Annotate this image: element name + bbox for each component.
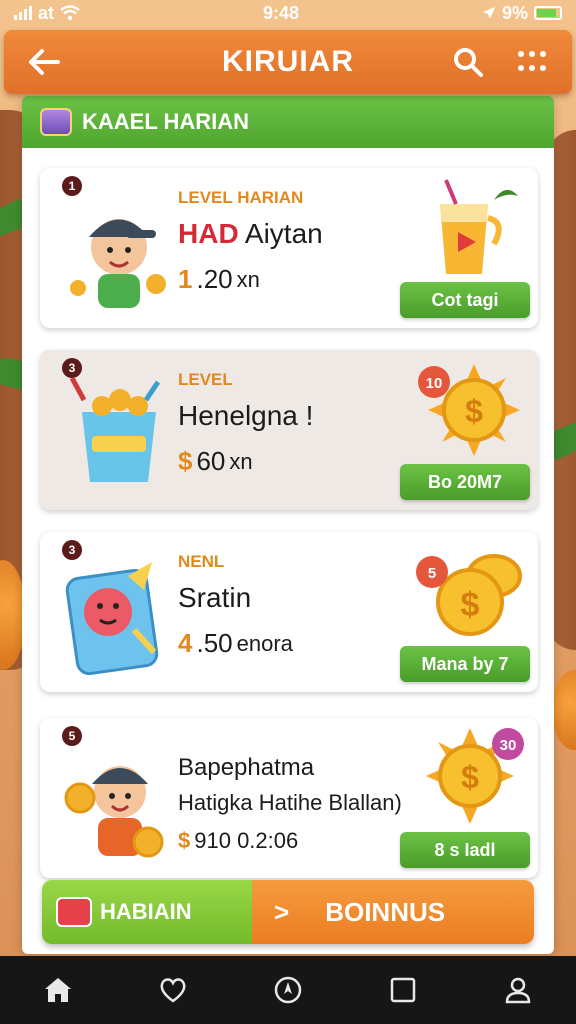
sun-coin-icon: $ 30 (426, 728, 524, 824)
svg-text:$: $ (461, 759, 479, 795)
quest-name: HAD Aiytan (178, 218, 323, 250)
boy-character-icon (70, 219, 166, 308)
nav-explore[interactable] (266, 968, 310, 1012)
reward-value: 60 (196, 446, 226, 476)
chevron-right-icon: > (274, 896, 290, 927)
reward-unit: xn (229, 449, 253, 474)
quest-level-label: NENL (178, 552, 225, 571)
profile-icon (506, 977, 531, 1004)
quest-card[interactable]: 5 Bapephatma Hatigka Hatihe Blallan) $ 9… (40, 718, 538, 878)
quest-reward: $ 60 xn (178, 446, 253, 477)
juice-drink-icon (440, 179, 518, 274)
quest-reward: $ 910 0.2:06 (178, 828, 298, 854)
prize-tag-text: 30 (500, 737, 517, 754)
back-arrow-icon (29, 49, 60, 75)
section-header: KAAEL HARIAN (22, 96, 554, 148)
quest-subtitle: Hatigka Hatihe Blallan) (178, 790, 402, 815)
nav-profile[interactable] (496, 968, 540, 1012)
boy-with-coins-icon (64, 766, 164, 858)
grid-dots-icon (518, 51, 546, 71)
bonus-button[interactable]: > BOINNUS (252, 880, 534, 944)
battery-percent: 9% (501, 2, 528, 23)
treasure-bucket-icon (69, 376, 161, 482)
quest-name: Sratin (178, 582, 252, 613)
quest-name-highlight: HAD (178, 218, 239, 249)
quest-level-label: LEVEL (178, 370, 233, 389)
reward-unit: enora (236, 631, 293, 656)
carrier-label: at (38, 2, 55, 23)
more-menu-button[interactable] (510, 40, 554, 84)
square-icon (390, 977, 416, 1003)
reward-value: .50 (196, 628, 233, 658)
app-bar: KIRUIAR (4, 30, 572, 94)
nav-home[interactable] (36, 968, 80, 1012)
quest-reward: 4.50 enora (178, 628, 293, 659)
search-icon (454, 48, 483, 77)
quest-name: Bapephatma (178, 754, 315, 781)
svg-text:$: $ (461, 586, 480, 624)
bottom-navigation (0, 956, 576, 1024)
battery-icon (534, 6, 562, 20)
quest-level-label: LEVEL HARIAN (178, 188, 304, 207)
reward-unit: xn (236, 267, 260, 292)
quest-action-button[interactable]: 8 s Iadl (400, 832, 530, 868)
quest-name-text: Aiytan (238, 218, 323, 249)
status-bar: at 9:48 9% (0, 0, 576, 26)
wifi-icon (60, 5, 80, 21)
reward-symbol: $ (178, 446, 193, 476)
daily-quests-panel: KAAEL HARIAN 1 LEVEL HARIAN HAD Aiytan 1… (22, 96, 554, 954)
quest-reward: 1.20 xn (178, 264, 260, 295)
quest-action-button[interactable]: Bo 20M7 (400, 464, 530, 500)
svg-text:$: $ (465, 393, 483, 429)
prize-tag-text: 5 (428, 565, 436, 582)
compass-icon (274, 976, 302, 1004)
back-button[interactable] (22, 40, 66, 84)
coin-stack-icon: $ 5 (416, 554, 522, 636)
quest-name: Henelgna ! (178, 400, 314, 431)
reward-symbol: 4 (178, 628, 193, 658)
quest-action-button[interactable]: Mana by 7 (400, 646, 530, 682)
heart-icon (160, 978, 186, 1003)
quest-card[interactable]: 3 NENL Sratin 4.50 enora $ 5 Mana by 7 (40, 532, 538, 692)
orange-fruit-decoration (552, 670, 576, 750)
quest-action-button[interactable]: Cot tagi (400, 282, 530, 318)
reward-symbol: $ (178, 828, 191, 853)
habiain-button[interactable]: HABIAIN (42, 880, 252, 944)
sun-coin-icon: $ 10 (418, 364, 520, 456)
location-arrow-icon (482, 7, 495, 19)
bonus-label: BOINNUS (325, 896, 446, 927)
section-title: KAAEL HARIAN (82, 109, 250, 134)
signal-icon (14, 6, 32, 20)
home-icon (44, 978, 71, 1002)
search-button[interactable] (446, 40, 490, 84)
nav-tasks[interactable] (381, 968, 425, 1012)
treasure-chest-icon (40, 108, 72, 136)
reward-value: 910 0.2:06 (194, 828, 299, 853)
prize-tag-text: 10 (426, 375, 443, 392)
bonus-banner: HABIAIN > BOINNUS (42, 880, 534, 944)
habiain-label: HABIAIN (100, 899, 192, 924)
red-chest-icon (56, 897, 92, 927)
reward-value: .20 (196, 264, 233, 294)
quest-card[interactable]: 1 LEVEL HARIAN HAD Aiytan 1.20 xn Cot ta… (40, 168, 538, 328)
reward-symbol: 1 (178, 264, 193, 294)
clock-time: 9:48 (262, 2, 300, 23)
game-card-icon (65, 562, 159, 676)
nav-favorites[interactable] (151, 968, 195, 1012)
quest-card[interactable]: 3 LEVEL Henelgna ! $ 60 xn $ 10 Bo 20M7 (40, 350, 538, 510)
